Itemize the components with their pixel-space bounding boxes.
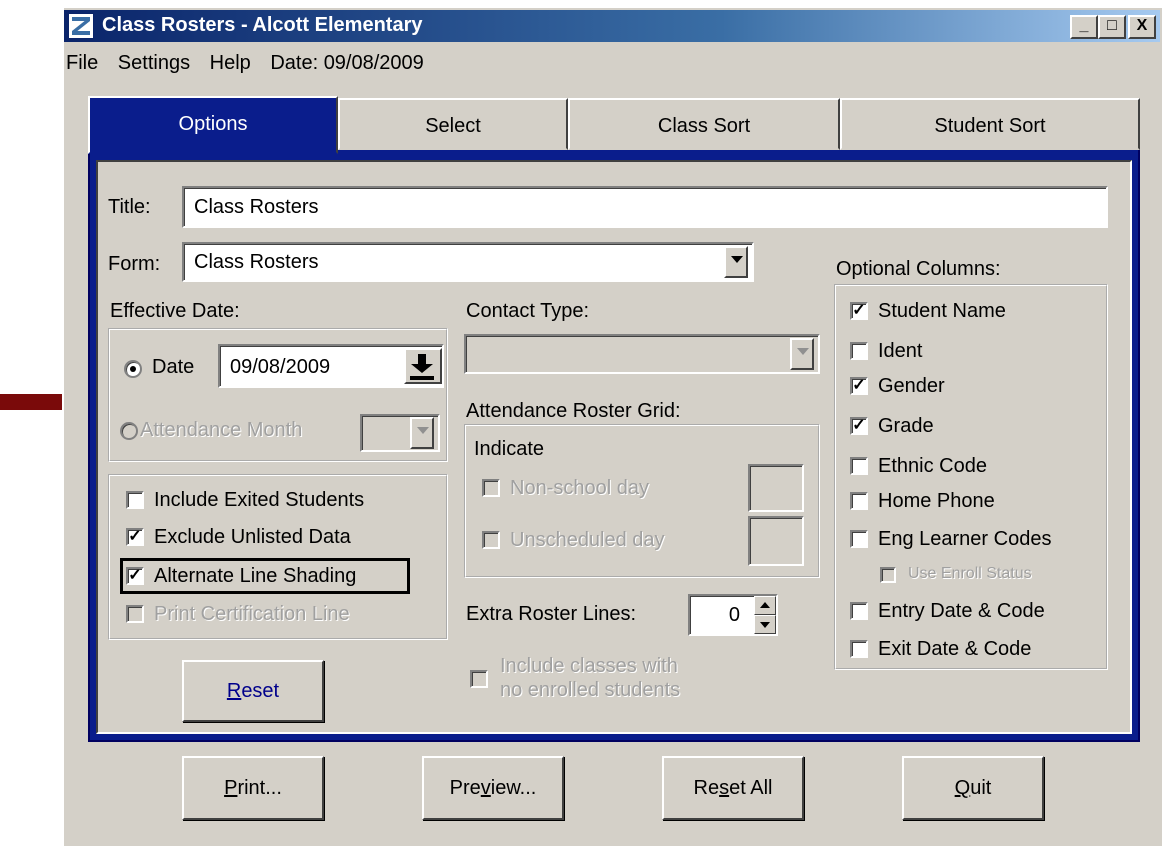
- check-icon: ✓: [128, 567, 142, 584]
- down-arrow-head-icon: [411, 364, 433, 373]
- menu-help[interactable]: Help: [210, 52, 251, 74]
- unscheduled-day-label: Unscheduled day: [510, 529, 665, 551]
- menu-bar: File Settings Help Date: 09/08/2009: [66, 52, 438, 82]
- check-icon: ✓: [128, 528, 142, 545]
- exclude-unlisted-checkbox[interactable]: ✓: [126, 528, 144, 546]
- include-classes-line2: no enrolled students: [500, 679, 681, 701]
- spin-up-button[interactable]: [754, 596, 776, 615]
- effective-date-label: Effective Date:: [110, 300, 240, 322]
- tab-options[interactable]: Options: [88, 96, 338, 154]
- minimize-button[interactable]: _: [1070, 15, 1098, 39]
- optional-column-checkbox[interactable]: [850, 342, 868, 360]
- attendance-month-label: Attendance Month: [140, 419, 303, 441]
- close-button[interactable]: X: [1128, 15, 1156, 39]
- indicate-label: Indicate: [474, 438, 545, 460]
- optional-column-checkbox[interactable]: [850, 457, 868, 475]
- extra-lines-value: 0: [728, 604, 740, 626]
- optional-column-label: Student Name: [878, 300, 1006, 322]
- date-radio[interactable]: [124, 360, 142, 378]
- include-classes-line1: Include classes with: [500, 655, 678, 677]
- optional-column-label: Ident: [878, 340, 923, 362]
- check-icon: ✓: [852, 417, 866, 434]
- print-button-label: Print...: [224, 777, 282, 799]
- contact-type-chevron-down-icon[interactable]: [790, 338, 814, 370]
- print-button[interactable]: Print...: [182, 756, 324, 820]
- up-arrow-icon: [760, 602, 770, 608]
- tab-select[interactable]: Select: [338, 98, 568, 150]
- tab-class-sort[interactable]: Class Sort: [568, 98, 840, 150]
- alternate-shading-checkbox[interactable]: ✓: [126, 567, 144, 585]
- preview-button[interactable]: Preview...: [422, 756, 564, 820]
- optional-column-label: Grade: [878, 415, 934, 437]
- optional-column-label: Use Enroll Status: [908, 565, 1032, 582]
- non-school-day-color[interactable]: [748, 464, 804, 512]
- alternate-shading-label: Alternate Line Shading: [154, 565, 357, 587]
- optional-column-label: Eng Learner Codes: [878, 528, 1052, 550]
- attendance-grid-label: Attendance Roster Grid:: [466, 400, 681, 422]
- optional-column-label: Gender: [878, 375, 945, 397]
- date-radio-label: Date: [152, 356, 195, 378]
- check-icon: ✓: [852, 377, 866, 394]
- optional-column-label: Ethnic Code: [878, 455, 987, 477]
- include-classes-checkbox[interactable]: [470, 670, 488, 688]
- form-select-value: Class Rosters: [194, 251, 319, 273]
- menu-file[interactable]: File: [66, 52, 98, 74]
- contact-type-select[interactable]: [464, 334, 820, 374]
- menu-date: Date: 09/08/2009: [270, 52, 424, 74]
- quit-button[interactable]: Quit: [902, 756, 1044, 820]
- optional-columns-label: Optional Columns:: [836, 258, 1001, 280]
- title-input-value: Class Rosters: [194, 196, 319, 218]
- unscheduled-day-color[interactable]: [748, 516, 804, 566]
- date-input-value: 09/08/2009: [230, 356, 331, 378]
- optional-column-label: Home Phone: [878, 490, 995, 512]
- date-picker-button[interactable]: [404, 348, 442, 384]
- check-icon: ✓: [852, 302, 866, 319]
- attendance-month-chevron-down-icon[interactable]: [410, 417, 434, 449]
- attendance-month-radio[interactable]: [120, 422, 138, 440]
- title-input[interactable]: Class Rosters: [182, 186, 1108, 228]
- reset-button[interactable]: Reset: [182, 660, 324, 722]
- optional-column-checkbox[interactable]: [880, 567, 896, 583]
- optional-column-checkbox[interactable]: [850, 492, 868, 510]
- optional-column-label: Entry Date & Code: [878, 600, 1045, 622]
- optional-column-checkbox[interactable]: [850, 640, 868, 658]
- unscheduled-day-checkbox[interactable]: [482, 531, 500, 549]
- reset-all-button[interactable]: Reset All: [662, 756, 804, 820]
- print-certification-checkbox[interactable]: [126, 605, 144, 623]
- app-logo-icon: [68, 13, 94, 39]
- exclude-unlisted-label: Exclude Unlisted Data: [154, 526, 351, 548]
- optional-column-checkbox[interactable]: ✓: [850, 417, 868, 435]
- optional-column-checkbox[interactable]: [850, 530, 868, 548]
- optional-column-label: Exit Date & Code: [878, 638, 1032, 660]
- form-dropdown-chevron-down-icon[interactable]: [724, 246, 748, 278]
- title-bar: Class Rosters - Alcott Elementary: [64, 10, 1160, 42]
- include-exited-label: Include Exited Students: [154, 489, 365, 511]
- tab-student-sort[interactable]: Student Sort: [840, 98, 1140, 150]
- include-classes-label: Include classes with no enrolled student…: [500, 654, 680, 702]
- non-school-day-label: Non-school day: [510, 477, 649, 499]
- extra-lines-label: Extra Roster Lines:: [466, 603, 637, 625]
- title-label: Title:: [108, 196, 151, 218]
- optional-column-checkbox[interactable]: ✓: [850, 302, 868, 320]
- maximize-button[interactable]: □: [1098, 15, 1126, 39]
- contact-type-label: Contact Type:: [466, 300, 590, 322]
- down-arrow-small-icon: [760, 622, 770, 628]
- reset-all-button-label: Reset All: [693, 777, 773, 799]
- spin-down-button[interactable]: [754, 615, 776, 634]
- preview-button-label: Preview...: [449, 777, 537, 799]
- down-arrow-base-icon: [410, 376, 434, 380]
- form-label: Form:: [108, 253, 161, 275]
- window-title: Class Rosters - Alcott Elementary: [102, 14, 423, 36]
- optional-column-checkbox[interactable]: ✓: [850, 377, 868, 395]
- include-exited-checkbox[interactable]: [126, 491, 144, 509]
- form-select[interactable]: Class Rosters: [182, 242, 754, 282]
- reset-button-label: Reset: [226, 680, 280, 702]
- menu-settings[interactable]: Settings: [118, 52, 190, 74]
- quit-button-label: Quit: [954, 777, 992, 799]
- optional-column-checkbox[interactable]: [850, 602, 868, 620]
- non-school-day-checkbox[interactable]: [482, 479, 500, 497]
- print-certification-label: Print Certification Line: [154, 603, 350, 625]
